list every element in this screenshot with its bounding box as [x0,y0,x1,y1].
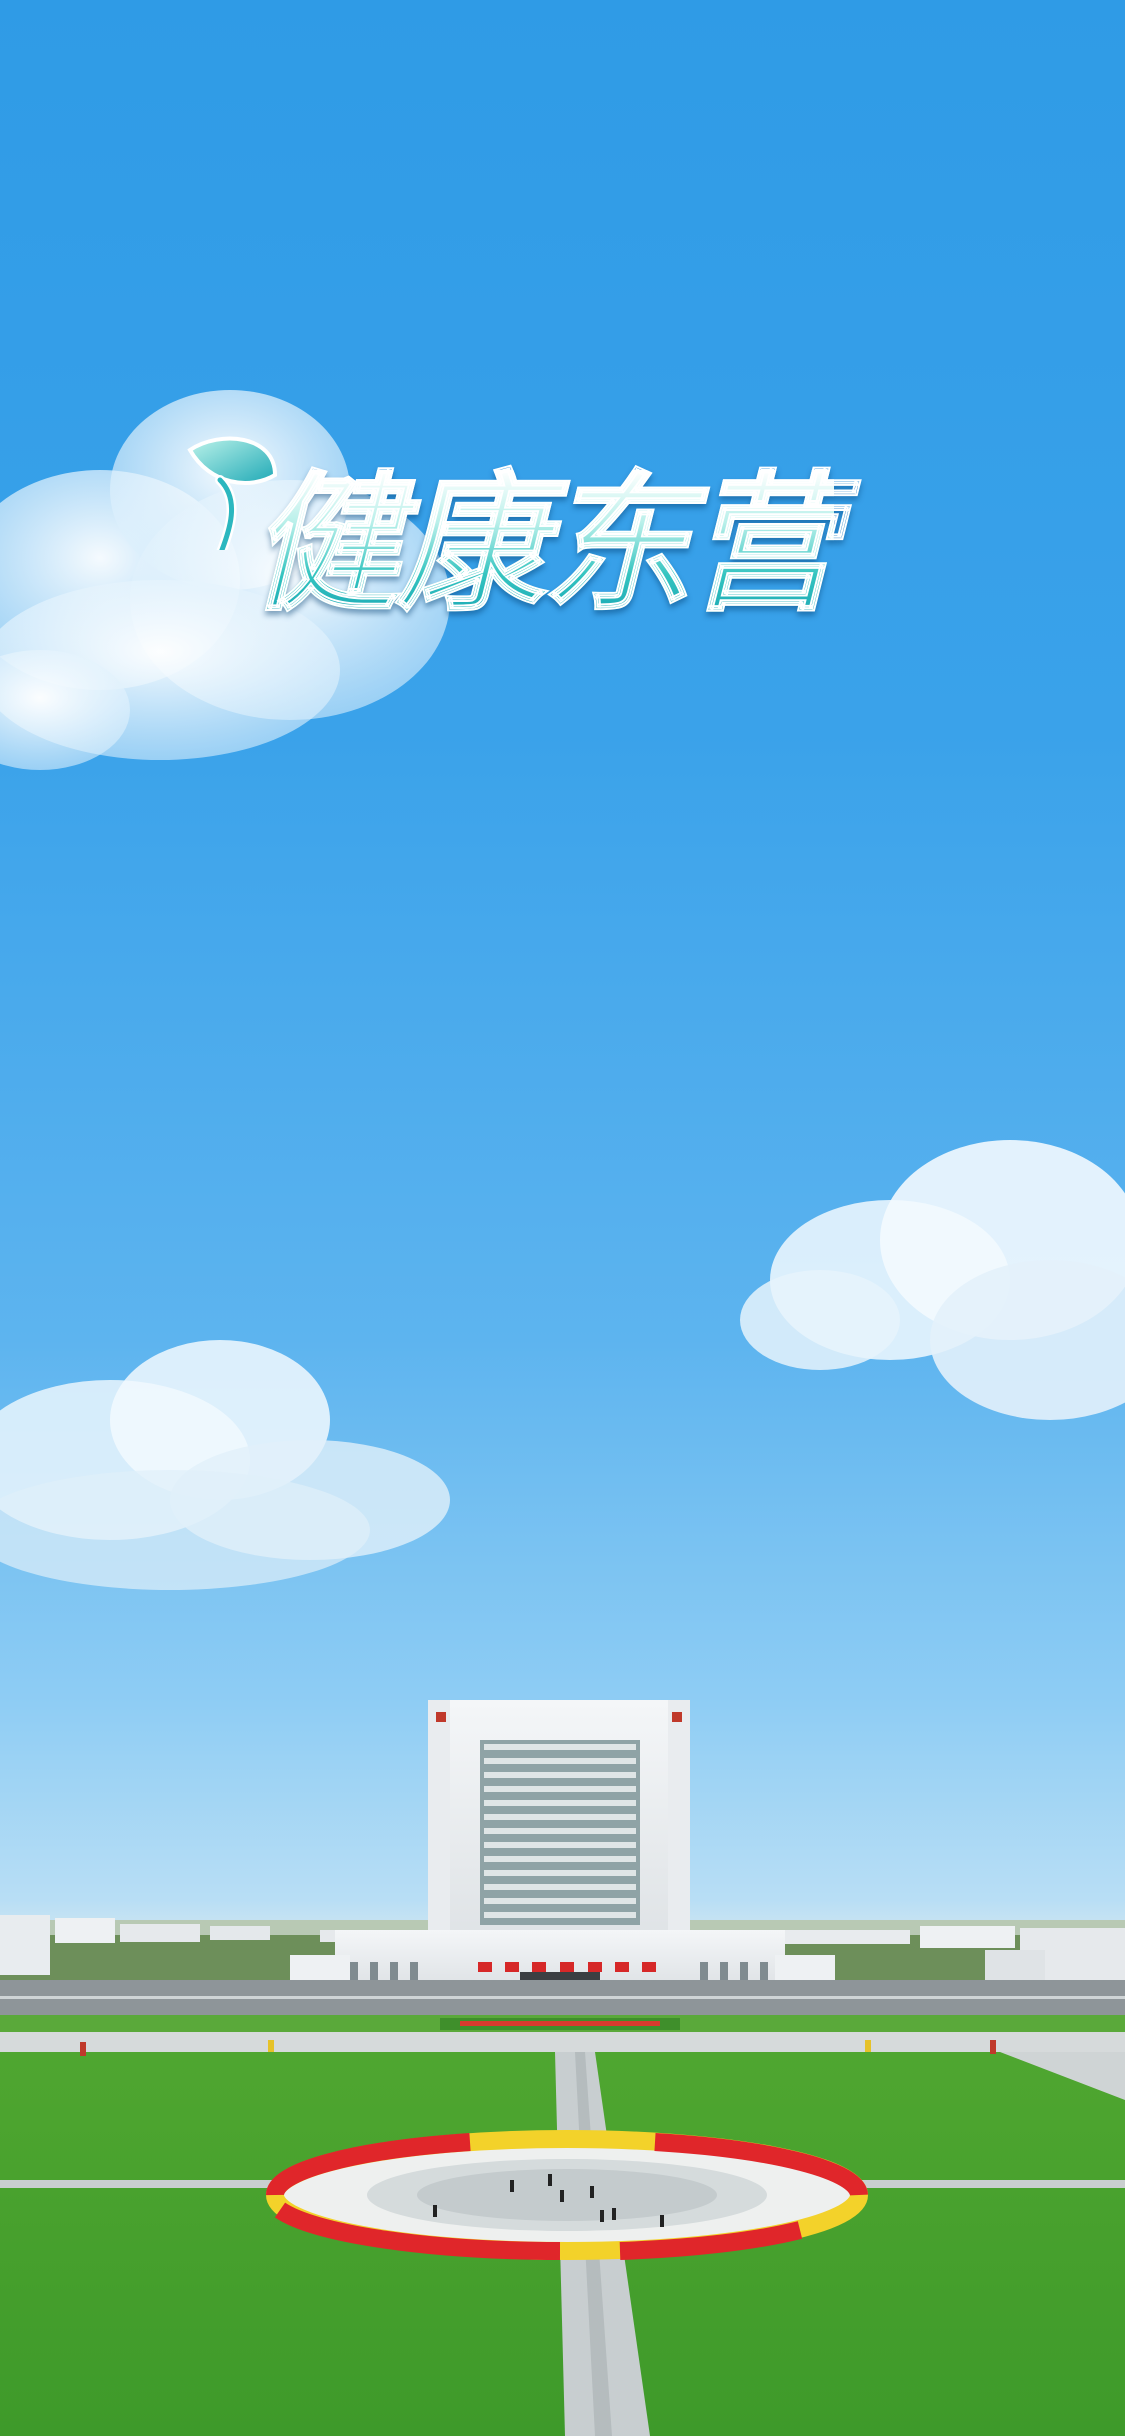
logo-text: 健康东营 [249,458,839,632]
city-hall-plaza-image [0,1700,1125,2436]
cloud-bottom-left [0,1340,450,1590]
app-logo: 健康东营 [180,430,950,700]
splash-screen: 健康东营 [0,0,1125,2436]
cloud-right [740,1140,1125,1420]
